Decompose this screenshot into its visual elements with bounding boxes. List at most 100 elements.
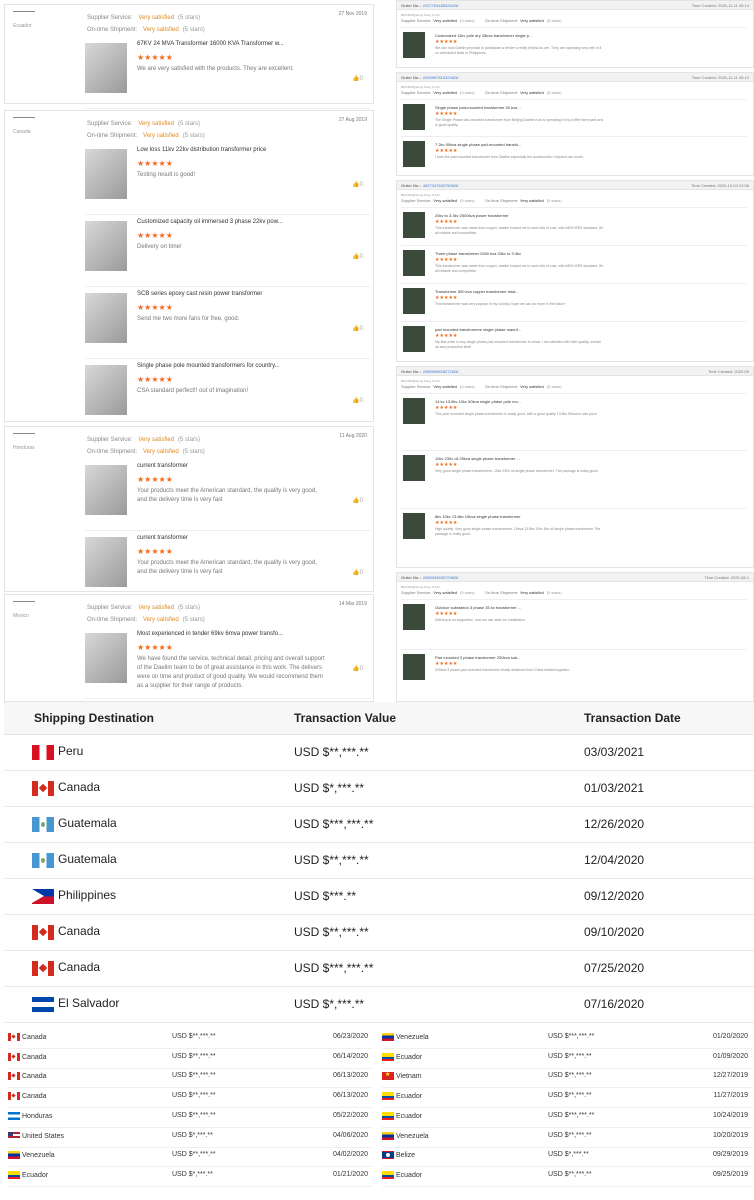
order-service-ratings: Supplier Service: Very satisfied (5 stars)…	[401, 590, 562, 595]
transaction-value: USD $***,***.**	[294, 950, 584, 987]
order-number-link[interactable]: 2207753485326426	[423, 3, 459, 8]
product-title[interactable]: SCB series epoxy cast resin power transf…	[137, 291, 262, 297]
product-thumbnail[interactable]	[403, 288, 425, 314]
like-button[interactable]: 👍0	[352, 75, 363, 82]
product-thumbnail[interactable]	[85, 293, 127, 343]
product-thumbnail[interactable]	[85, 365, 127, 415]
product-title[interactable]: Single phase pole mounted transformers f…	[137, 363, 280, 369]
product-title[interactable]: Outdoor substation 3 phase 35 kv transfo…	[435, 605, 521, 610]
product-thumbnail[interactable]	[85, 221, 127, 271]
order-header: Order No.: 4627347620750626 Time Created: …	[397, 181, 753, 190]
product-title[interactable]: current transformer	[137, 535, 188, 541]
ontime-label: On-time Shipment:	[484, 18, 519, 23]
order-number-link[interactable]: 2086999628272626	[423, 369, 459, 374]
supplier-service-label: Supplier Service:	[401, 90, 432, 95]
like-button[interactable]: 👍0	[352, 497, 363, 504]
product-title[interactable]: Customized capacity oil immersed 3 phase…	[137, 219, 283, 225]
review-text: Very good single phase transformers, 10k…	[435, 469, 599, 474]
product-thumbnail[interactable]	[403, 32, 425, 58]
product-title[interactable]: Most experienced in tender 69kv 6mva pow…	[137, 631, 283, 637]
product-thumbnail[interactable]	[403, 455, 425, 482]
ordered-product: 10kv 230v oil 25kva single phase transfo…	[401, 450, 747, 507]
like-button[interactable]: 👍0	[352, 181, 363, 188]
destination-country: Venezuela	[396, 1132, 429, 1140]
rating-stars-text: (5 stars)	[182, 617, 205, 623]
product-title[interactable]: pad mounted transformers single phase ma…	[435, 327, 521, 332]
order-number-link[interactable]: 2205967810324626	[423, 75, 459, 80]
header-transaction-value: Transaction Value	[294, 702, 584, 735]
product-thumbnail[interactable]	[403, 326, 425, 352]
product-title[interactable]: Transformer 500 kva copper transformer t…	[435, 289, 519, 294]
product-thumbnail[interactable]	[85, 149, 127, 199]
product-thumbnail[interactable]	[85, 43, 127, 93]
product-title[interactable]: 7.2kv 50kva single phase pad-mounted tra…	[435, 142, 521, 147]
review-date: 27 Nov 2019	[338, 11, 367, 17]
product-rating-stars: ★★★★★	[435, 111, 458, 117]
product-thumbnail[interactable]	[403, 398, 425, 424]
product-thumbnail[interactable]	[403, 141, 425, 167]
product-title[interactable]: Low loss 11kv 22kv distribution transfor…	[137, 147, 266, 153]
product-title[interactable]: Single phase pad-mounted transformer 50 …	[435, 105, 522, 110]
like-button[interactable]: 👍0	[352, 569, 363, 576]
rating-text: Very satisfied	[520, 590, 544, 595]
product-title[interactable]: current transformer	[137, 463, 188, 469]
buyer-flag-icon	[13, 601, 35, 609]
product-thumbnail[interactable]	[85, 537, 127, 587]
venezuela-flag-icon	[382, 1033, 394, 1041]
vietnam-flag-icon	[382, 1072, 394, 1081]
like-button[interactable]: 👍0	[352, 665, 363, 672]
destination-cell: Philippines	[4, 878, 294, 915]
supplier-service-label: Supplier Service:	[87, 437, 133, 443]
product-thumbnail[interactable]	[403, 212, 425, 238]
ontime-label: On-time Shipment:	[87, 449, 138, 455]
product-rating-stars: ★★★★★	[435, 148, 458, 154]
product-title[interactable]: 20kv to 3.3kv 2500kva power transformer	[435, 213, 508, 218]
like-button[interactable]: 👍0	[352, 325, 363, 332]
transaction-value: USD $***,***.**	[548, 1033, 595, 1040]
rating-text: Very satisfied	[433, 384, 458, 389]
order-card: Order No.: 2089943630729626 Time Created: …	[396, 572, 754, 702]
ordered-product: Pad mounted 3 phase transformer 200kva s…	[401, 649, 747, 699]
destination-cell: Guatemala	[4, 806, 294, 843]
review-text: We have found the service, technical det…	[137, 656, 325, 689]
destination-country: Canada	[22, 1053, 47, 1061]
rating-stars-text: (5 stars)	[546, 384, 562, 389]
order-number-link[interactable]: 4627347620750626	[423, 183, 459, 188]
product-title[interactable]: 14 kv 13.8kv 10kv 50kva single phase pol…	[435, 399, 521, 404]
supplier-service-label: Supplier Service:	[401, 198, 432, 203]
ordered-product: Three phase transformer 2500 kva 33kv to…	[401, 245, 747, 283]
product-title[interactable]: Customized 11kv pole dry 25kva transform…	[435, 33, 532, 38]
product-thumbnail[interactable]	[403, 250, 425, 276]
transaction-value: USD $**,***.**	[548, 1072, 592, 1080]
product-thumbnail[interactable]	[403, 512, 425, 539]
product-rating-stars: ★★★★★	[435, 661, 458, 667]
destination-country: Vietnam	[396, 1073, 422, 1081]
thumbs-up-icon: 👍	[352, 398, 360, 404]
product-thumbnail[interactable]	[85, 465, 127, 515]
product-thumbnail[interactable]	[85, 633, 127, 683]
product-title[interactable]: 8kv 10kv 13.8kv 10kva single phase trans…	[435, 514, 521, 519]
product-thumbnail[interactable]	[403, 654, 425, 680]
product-thumbnail[interactable]	[403, 104, 425, 130]
ordered-product: Transformer 500 kva copper transformer t…	[401, 283, 747, 321]
buyer-id: BM-D6M@Hong Kong S.A.R.	[401, 585, 441, 589]
order-number-link[interactable]: 2089943630729626	[423, 575, 459, 580]
product-title[interactable]: Three phase transformer 2500 kva 33kv to…	[435, 251, 521, 256]
product-title[interactable]: Pad mounted 3 phase transformer 200kva s…	[435, 655, 521, 660]
product-title[interactable]: 10kv 230v oil 25kva single phase transfo…	[435, 456, 520, 461]
ordered-product: 20kv to 3.3kv 2500kva power transformer ★…	[401, 207, 747, 245]
like-button[interactable]: 👍0	[352, 397, 363, 404]
transaction-date: 09/25/2019	[712, 1170, 748, 1178]
transaction-value: USD $*,***.**	[172, 1170, 213, 1178]
like-button[interactable]: 👍0	[352, 253, 363, 260]
time-created: Time Created: 2020-11-11 05:12	[691, 75, 749, 80]
order-no-label: Order No.:	[401, 3, 421, 8]
product-thumbnail[interactable]	[403, 604, 425, 630]
product-title[interactable]: 67KV 24 MVA Transformer 16000 KVA Transf…	[137, 41, 284, 47]
destination-cell: Canada	[4, 914, 294, 951]
like-count: 0	[359, 76, 363, 82]
rating-stars-text: (5 stars)	[546, 90, 562, 95]
like-count: 0	[359, 182, 363, 188]
destination-cell: Canada	[8, 1052, 47, 1061]
canada-flag-icon	[32, 924, 54, 940]
